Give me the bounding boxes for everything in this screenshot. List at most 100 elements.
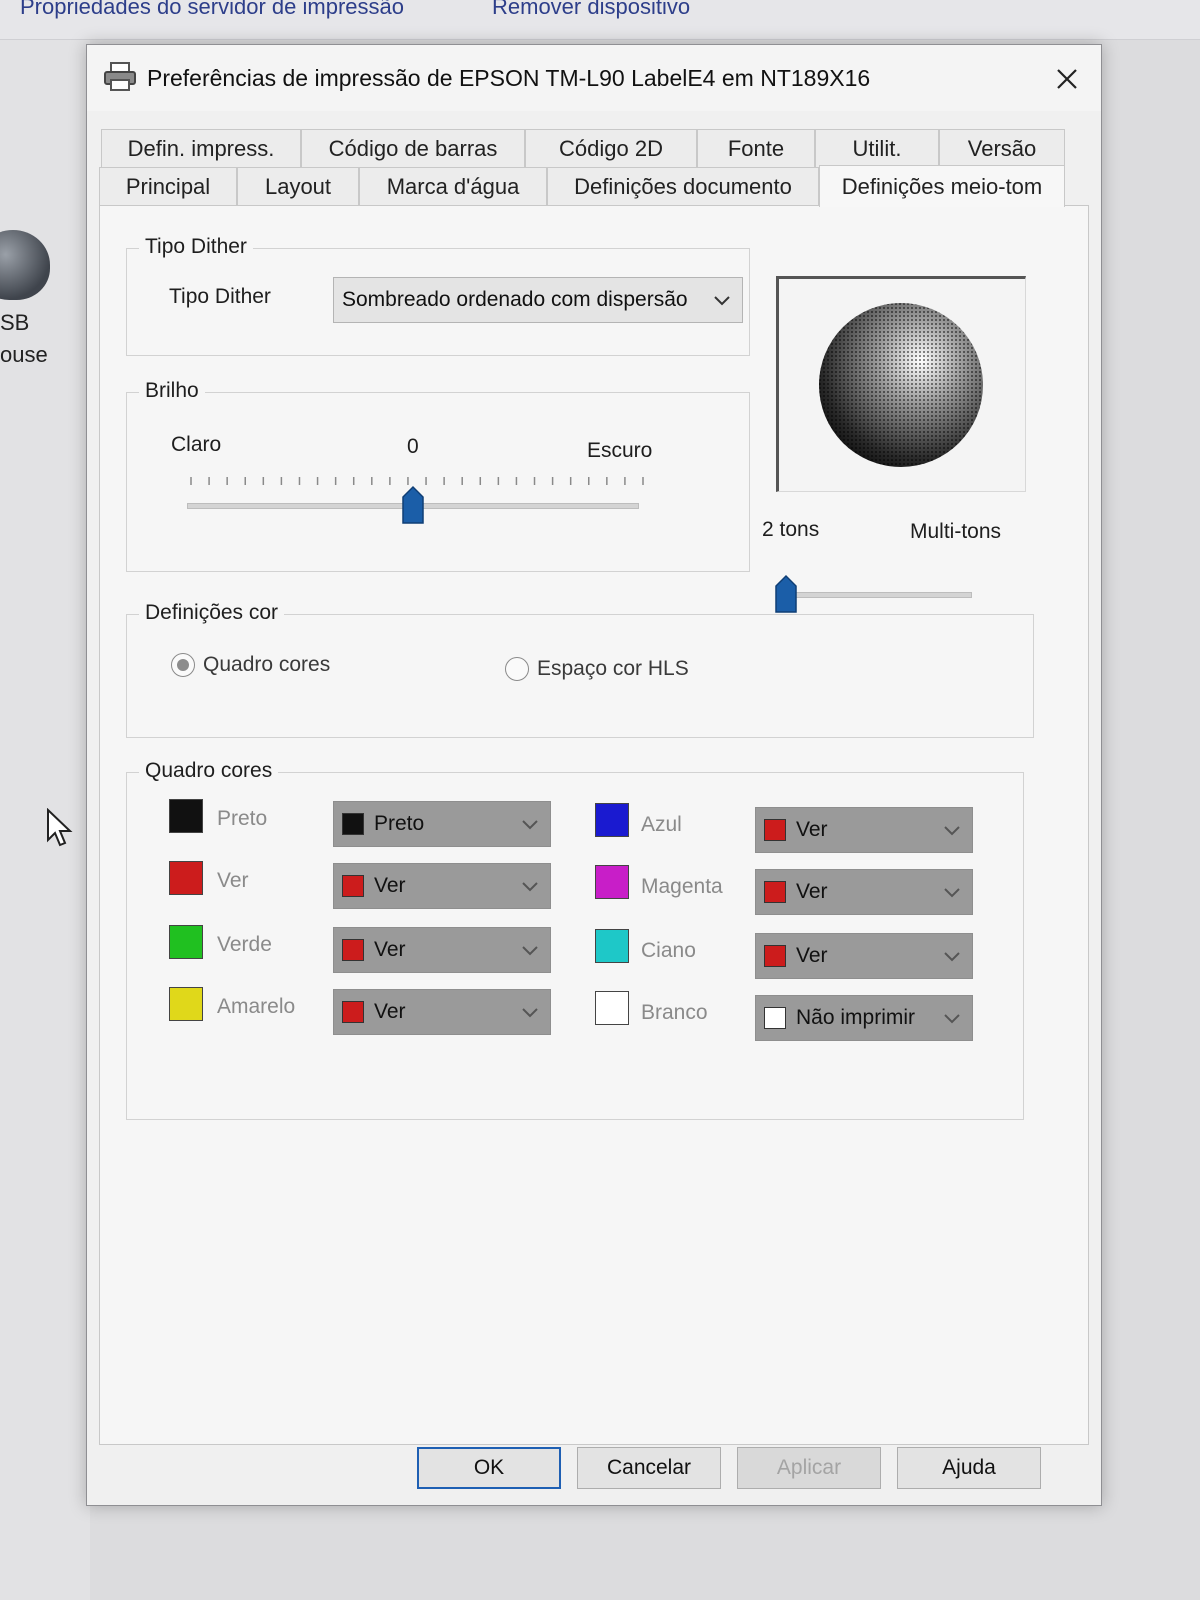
tab-label: Versão bbox=[967, 135, 1037, 161]
devices-panel: SB ouse bbox=[0, 40, 90, 1600]
dither-type-value: Sombreado ordenado com dispersão bbox=[342, 288, 688, 311]
color-table-radio-label: Quadro cores bbox=[203, 653, 331, 676]
cyan-mapping-dropdown[interactable]: Ver bbox=[755, 933, 973, 979]
dither-type-dropdown[interactable]: Sombreado ordenado com dispersão bbox=[333, 277, 743, 323]
tab-utilit[interactable]: Utilit. bbox=[815, 129, 939, 167]
hls-color-space-radio[interactable] bbox=[505, 657, 529, 681]
color-table-group-title: Quadro cores bbox=[139, 759, 279, 783]
color-table-group: Quadro cores Preto Preto Ver Ver Verde V… bbox=[126, 759, 1024, 1120]
green-mapping-dropdown[interactable]: Ver bbox=[333, 927, 551, 973]
color-name: Verde bbox=[217, 933, 272, 956]
white-swatch bbox=[595, 991, 629, 1025]
yellow-swatch bbox=[169, 987, 203, 1021]
mapped-color-value: Não imprimir bbox=[796, 1006, 916, 1029]
cyan-swatch bbox=[595, 929, 629, 963]
tab-label: Principal bbox=[125, 173, 211, 199]
brightness-slider-thumb[interactable] bbox=[401, 485, 425, 525]
dither-group-title: Tipo Dither bbox=[139, 235, 253, 259]
color-name: Ver bbox=[217, 869, 249, 892]
blue-swatch bbox=[595, 803, 629, 837]
yellow-mapping-dropdown[interactable]: Ver bbox=[333, 989, 551, 1035]
tone-slider-track[interactable] bbox=[786, 592, 972, 598]
radio-selected-dot bbox=[177, 659, 189, 671]
remove-device-link[interactable]: Remover dispositivo bbox=[492, 0, 690, 20]
tab-defin-impress[interactable]: Defin. impress. bbox=[101, 129, 301, 167]
mapped-color-value: Ver bbox=[374, 938, 406, 961]
tone-two-label: 2 tons bbox=[762, 518, 820, 541]
tab-marca-dagua[interactable]: Marca d'água bbox=[359, 167, 547, 205]
tab-label: Marca d'água bbox=[386, 173, 520, 199]
close-button[interactable] bbox=[1047, 59, 1087, 99]
mapped-color-swatch bbox=[342, 813, 364, 835]
brightness-group-title: Brilho bbox=[139, 379, 205, 403]
mapped-color-value: Ver bbox=[796, 944, 828, 967]
chevron-down-icon bbox=[522, 882, 538, 892]
print-server-properties-link[interactable]: Propriedades do servidor de impressão bbox=[20, 0, 404, 20]
green-swatch bbox=[169, 925, 203, 959]
tone-slider-thumb[interactable] bbox=[774, 574, 798, 614]
chevron-down-icon bbox=[522, 946, 538, 956]
mapped-color-swatch bbox=[764, 945, 786, 967]
printer-icon bbox=[104, 62, 136, 91]
close-icon bbox=[1057, 69, 1077, 89]
tab-label: Código de barras bbox=[328, 135, 498, 161]
mapped-color-value: Ver bbox=[796, 818, 828, 841]
tab-definicoes-meio-tom[interactable]: Definições meio-tom bbox=[819, 165, 1065, 207]
tab-label: Código 2D bbox=[559, 135, 663, 161]
color-name: Preto bbox=[217, 807, 268, 830]
color-name: Ciano bbox=[641, 939, 696, 962]
apply-button[interactable]: Aplicar bbox=[737, 1447, 881, 1489]
tab-codigo-2d[interactable]: Código 2D bbox=[525, 129, 697, 167]
brightness-dark-label: Escuro bbox=[587, 439, 653, 462]
tab-label: Fonte bbox=[727, 135, 785, 161]
color-name: Branco bbox=[641, 1001, 708, 1024]
dithered-sphere-preview bbox=[819, 303, 983, 467]
color-settings-group-title: Definições cor bbox=[139, 601, 285, 625]
ok-label: OK bbox=[473, 1456, 505, 1479]
tab-label: Utilit. bbox=[852, 135, 902, 161]
mapped-color-swatch bbox=[764, 819, 786, 841]
device-label-line2: ouse bbox=[0, 342, 48, 367]
chevron-down-icon bbox=[714, 296, 730, 306]
tab-label: Layout bbox=[264, 173, 332, 199]
chevron-down-icon bbox=[944, 952, 960, 962]
red-mapping-dropdown[interactable]: Ver bbox=[333, 863, 551, 909]
mapped-color-swatch bbox=[342, 875, 364, 897]
ok-button[interactable]: OK bbox=[417, 1447, 561, 1489]
white-mapping-dropdown[interactable]: Não imprimir bbox=[755, 995, 973, 1041]
print-preferences-dialog: Preferências de impressão de EPSON TM-L9… bbox=[86, 44, 1102, 1506]
mapped-color-swatch bbox=[342, 939, 364, 961]
red-swatch bbox=[169, 861, 203, 895]
magenta-mapping-dropdown[interactable]: Ver bbox=[755, 869, 973, 915]
cancel-button[interactable]: Cancelar bbox=[577, 1447, 721, 1489]
device-label-line1: SB bbox=[0, 310, 30, 335]
mouse-cursor-icon bbox=[47, 808, 73, 847]
tab-definicoes-documento[interactable]: Definições documento bbox=[547, 167, 819, 205]
color-name: Azul bbox=[641, 813, 682, 836]
magenta-swatch bbox=[595, 865, 629, 899]
color-name: Amarelo bbox=[217, 995, 296, 1018]
chevron-down-icon bbox=[944, 826, 960, 836]
halftone-settings-panel: Tipo Dither Tipo Dither Sombreado ordena… bbox=[99, 205, 1089, 1445]
dither-type-group: Tipo Dither Tipo Dither Sombreado ordena… bbox=[126, 235, 750, 356]
background-toolbar: Propriedades do servidor de impressão Re… bbox=[0, 0, 1200, 40]
tab-principal[interactable]: Principal bbox=[99, 167, 237, 205]
tab-fonte[interactable]: Fonte bbox=[697, 129, 815, 167]
chevron-down-icon bbox=[944, 888, 960, 898]
chevron-down-icon bbox=[944, 1014, 960, 1024]
title-bar[interactable]: Preferências de impressão de EPSON TM-L9… bbox=[87, 45, 1101, 111]
blue-mapping-dropdown[interactable]: Ver bbox=[755, 807, 973, 853]
color-table-radio[interactable] bbox=[171, 653, 195, 677]
tab-layout[interactable]: Layout bbox=[237, 167, 359, 205]
tab-versao[interactable]: Versão bbox=[939, 129, 1065, 167]
apply-label: Aplicar bbox=[776, 1456, 842, 1479]
black-mapping-dropdown[interactable]: Preto bbox=[333, 801, 551, 847]
help-button[interactable]: Ajuda bbox=[897, 1447, 1041, 1489]
dither-type-label: Tipo Dither bbox=[169, 285, 271, 308]
black-swatch bbox=[169, 799, 203, 833]
mapped-color-value: Preto bbox=[374, 812, 425, 835]
tab-codigo-barras[interactable]: Código de barras bbox=[301, 129, 525, 167]
mapped-color-value: Ver bbox=[374, 874, 406, 897]
tab-label: Defin. impress. bbox=[127, 135, 275, 161]
mouse-icon[interactable] bbox=[0, 230, 50, 300]
